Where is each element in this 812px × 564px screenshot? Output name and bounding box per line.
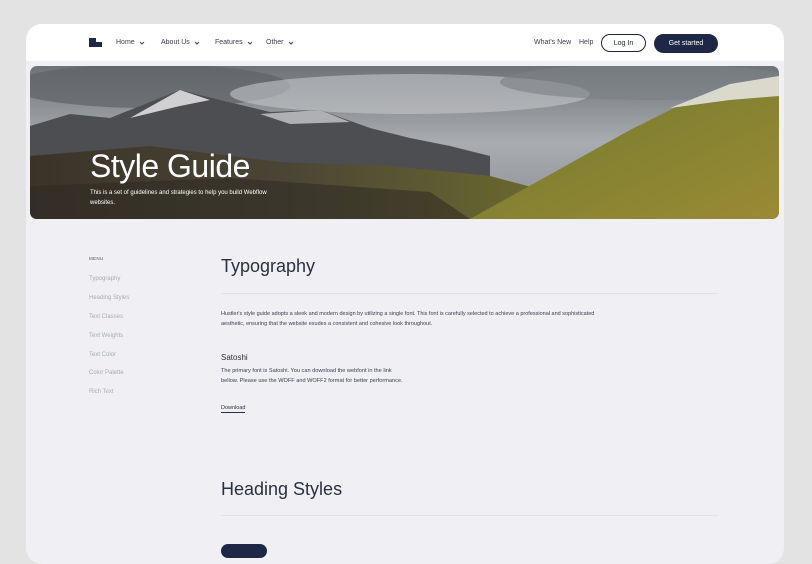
sidebar-item-rich-text[interactable]: Rich Text	[89, 389, 114, 395]
chevron-down-icon	[194, 41, 200, 45]
sidebar-item-typography[interactable]: Typography	[89, 276, 120, 282]
nav-features-label: Features	[215, 39, 243, 46]
sidebar-item-color-palette[interactable]: Color Palette	[89, 370, 124, 376]
hero-banner: Style Guide This is a set of guidelines …	[30, 66, 779, 219]
font-name: Satoshi	[221, 353, 248, 362]
download-link[interactable]: Download	[221, 405, 246, 413]
chevron-down-icon	[247, 41, 252, 45]
brand-logo-icon[interactable]	[89, 38, 102, 47]
nav-help[interactable]: Help	[579, 39, 593, 46]
hero-title: Style Guide	[90, 148, 250, 184]
nav-other-label: Other	[266, 39, 284, 46]
sample-button[interactable]	[221, 544, 267, 558]
nav-about-us[interactable]: About Us	[161, 39, 200, 46]
typography-intro: Hustler's style guide adopts a sleek and…	[221, 311, 595, 327]
font-description: The primary font is Satoshi. You can dow…	[221, 368, 403, 384]
nav-home-label: Home	[116, 39, 135, 46]
nav-features[interactable]: Features	[215, 39, 253, 46]
chevron-down-icon	[139, 41, 145, 45]
nav-home[interactable]: Home	[116, 39, 145, 46]
get-started-button[interactable]: Get started	[654, 34, 718, 53]
login-button[interactable]: Log In	[601, 34, 646, 52]
navbar: Home About Us Features Other What's New …	[26, 24, 784, 61]
sidebar-menu-label: MENU	[89, 256, 104, 261]
section-divider	[221, 515, 718, 516]
sidebar-item-heading-styles[interactable]: Heading Styles	[89, 295, 129, 301]
chevron-down-icon	[288, 41, 293, 45]
page-frame: Home About Us Features Other What's New …	[26, 24, 784, 564]
nav-whats-new[interactable]: What's New	[534, 39, 571, 46]
sidebar-item-text-weights[interactable]: Text Weights	[89, 333, 123, 339]
nav-about-us-label: About Us	[161, 39, 190, 46]
hero-description: This is a set of guidelines and strategi…	[90, 190, 267, 206]
sidebar-item-text-classes[interactable]: Text Classes	[89, 314, 123, 320]
heading-styles-heading: Heading Styles	[221, 479, 343, 499]
typography-heading: Typography	[221, 256, 316, 276]
sidebar-item-text-color[interactable]: Text Color	[89, 352, 116, 358]
nav-other[interactable]: Other	[266, 39, 294, 46]
section-divider	[221, 293, 718, 294]
